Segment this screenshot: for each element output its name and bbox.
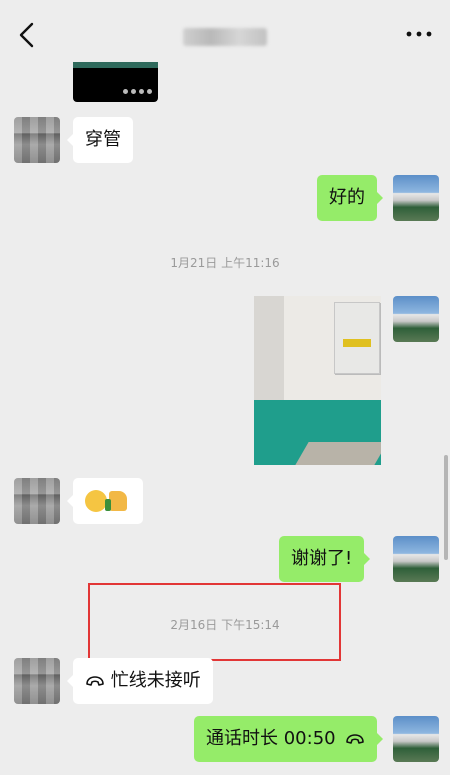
self-avatar[interactable] bbox=[393, 296, 439, 342]
image-message[interactable] bbox=[254, 296, 381, 465]
self-avatar[interactable] bbox=[393, 175, 439, 221]
message-text: 好的 bbox=[329, 187, 365, 208]
call-record-missed[interactable]: 忙线未接听 bbox=[67, 658, 213, 704]
video-indicator-dots bbox=[120, 79, 152, 98]
video-message-thumbnail[interactable] bbox=[73, 62, 158, 102]
phone-hangup-icon bbox=[346, 734, 365, 744]
contact-avatar[interactable] bbox=[14, 658, 60, 704]
self-avatar[interactable] bbox=[393, 716, 439, 762]
contact-avatar[interactable] bbox=[14, 117, 60, 163]
top-bar bbox=[0, 0, 450, 70]
call-duration-text: 通话时长 00:50 bbox=[206, 728, 336, 749]
call-record-duration[interactable]: 通话时长 00:50 bbox=[194, 716, 384, 762]
emoji-face-icon bbox=[85, 490, 107, 512]
chat-title-blurred bbox=[183, 28, 267, 46]
chevron-left-icon[interactable] bbox=[14, 20, 38, 50]
contact-avatar[interactable] bbox=[14, 478, 60, 524]
message-timestamp: 2月16日 下午15:14 bbox=[170, 618, 280, 632]
thumbs-up-icon bbox=[105, 491, 127, 511]
phone-hangup-icon bbox=[86, 676, 104, 686]
message-bubble-outgoing[interactable]: 好的 bbox=[317, 175, 383, 221]
message-bubble-incoming[interactable]: 穿管 bbox=[67, 117, 133, 163]
scrollbar[interactable] bbox=[444, 455, 448, 560]
message-timestamp: 1月21日 上午11:16 bbox=[170, 256, 280, 270]
message-text: 谢谢了! bbox=[291, 548, 353, 569]
call-status-text: 忙线未接听 bbox=[110, 670, 201, 691]
message-text: 穿管 bbox=[85, 129, 121, 150]
message-bubble-incoming[interactable] bbox=[67, 478, 143, 524]
self-avatar[interactable] bbox=[393, 536, 439, 582]
more-horizontal-icon[interactable] bbox=[404, 27, 434, 41]
message-bubble-outgoing[interactable]: 谢谢了! bbox=[279, 536, 371, 582]
